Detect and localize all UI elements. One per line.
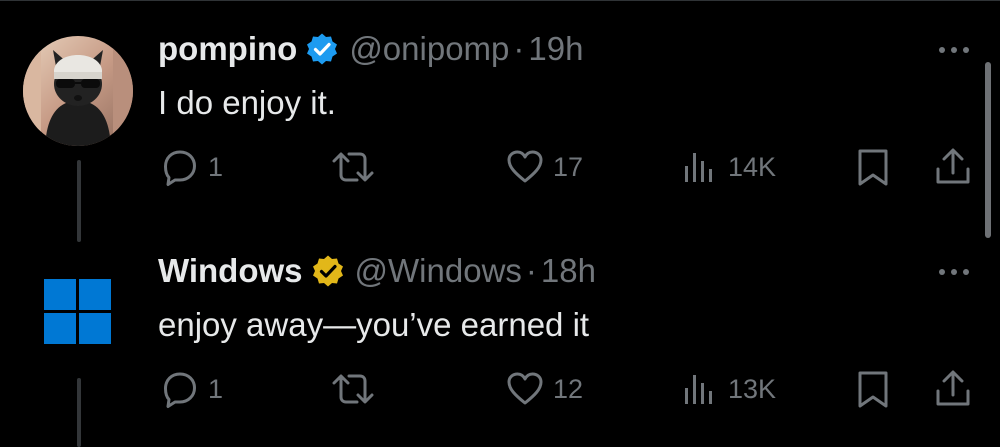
action-bar: 1 17 14K [0, 144, 1000, 190]
repost-icon [330, 147, 376, 187]
windows-logo-icon[interactable] [40, 276, 114, 346]
tweet-header: Windows @Windows · 18h [158, 252, 596, 290]
share-button[interactable] [933, 366, 973, 412]
share-icon [933, 147, 973, 187]
analytics-icon [680, 147, 720, 187]
separator-dot: · [513, 30, 525, 67]
views-button[interactable]: 13K [680, 366, 776, 412]
analytics-icon [680, 369, 720, 409]
timestamp[interactable]: 18h [541, 252, 596, 290]
repost-button[interactable] [330, 366, 384, 412]
more-options-icon[interactable] [934, 40, 974, 60]
handle[interactable]: @Windows [355, 252, 522, 290]
heart-icon [505, 369, 545, 409]
repost-icon [330, 369, 376, 409]
timestamp[interactable]: 19h [528, 30, 583, 68]
bookmark-icon [856, 369, 890, 409]
tweet[interactable]: pompino @onipomp · 19h I do enjoy it. 1 [0, 0, 1000, 242]
views-button[interactable]: 14K [680, 144, 776, 190]
display-name[interactable]: pompino [158, 30, 297, 68]
bookmark-icon [856, 147, 890, 187]
view-count: 14K [728, 151, 777, 182]
repost-button[interactable] [330, 144, 384, 190]
tweet-text: enjoy away—you’ve earned it [158, 306, 590, 343]
share-button[interactable] [933, 144, 973, 190]
verified-badge-icon [305, 32, 339, 66]
heart-icon [505, 147, 545, 187]
scrollbar[interactable] [985, 62, 991, 238]
like-button[interactable]: 17 [505, 144, 583, 190]
verified-badge-icon [311, 254, 345, 288]
like-button[interactable]: 12 [505, 366, 583, 412]
display-name[interactable]: Windows [158, 252, 303, 290]
avatar[interactable] [23, 36, 133, 146]
tweet[interactable]: Windows @Windows · 18h enjoy away—you’ve… [0, 222, 1000, 447]
action-bar: 1 12 13K [0, 366, 1000, 412]
like-count: 12 [553, 373, 584, 404]
reply-icon [160, 369, 200, 409]
reply-button[interactable]: 1 [160, 144, 223, 190]
like-count: 17 [553, 151, 584, 182]
more-options-icon[interactable] [934, 262, 974, 282]
reply-button[interactable]: 1 [160, 366, 223, 412]
reply-count: 1 [208, 373, 224, 404]
bookmark-button[interactable] [856, 366, 890, 412]
bookmark-button[interactable] [856, 144, 890, 190]
reply-count: 1 [208, 151, 224, 182]
separator-dot: · [525, 252, 537, 289]
reply-icon [160, 147, 200, 187]
handle[interactable]: @onipomp [349, 30, 509, 68]
view-count: 13K [728, 373, 777, 404]
tweet-text: I do enjoy it. [158, 84, 336, 121]
share-icon [933, 369, 973, 409]
tweet-header: pompino @onipomp · 19h [158, 30, 583, 68]
